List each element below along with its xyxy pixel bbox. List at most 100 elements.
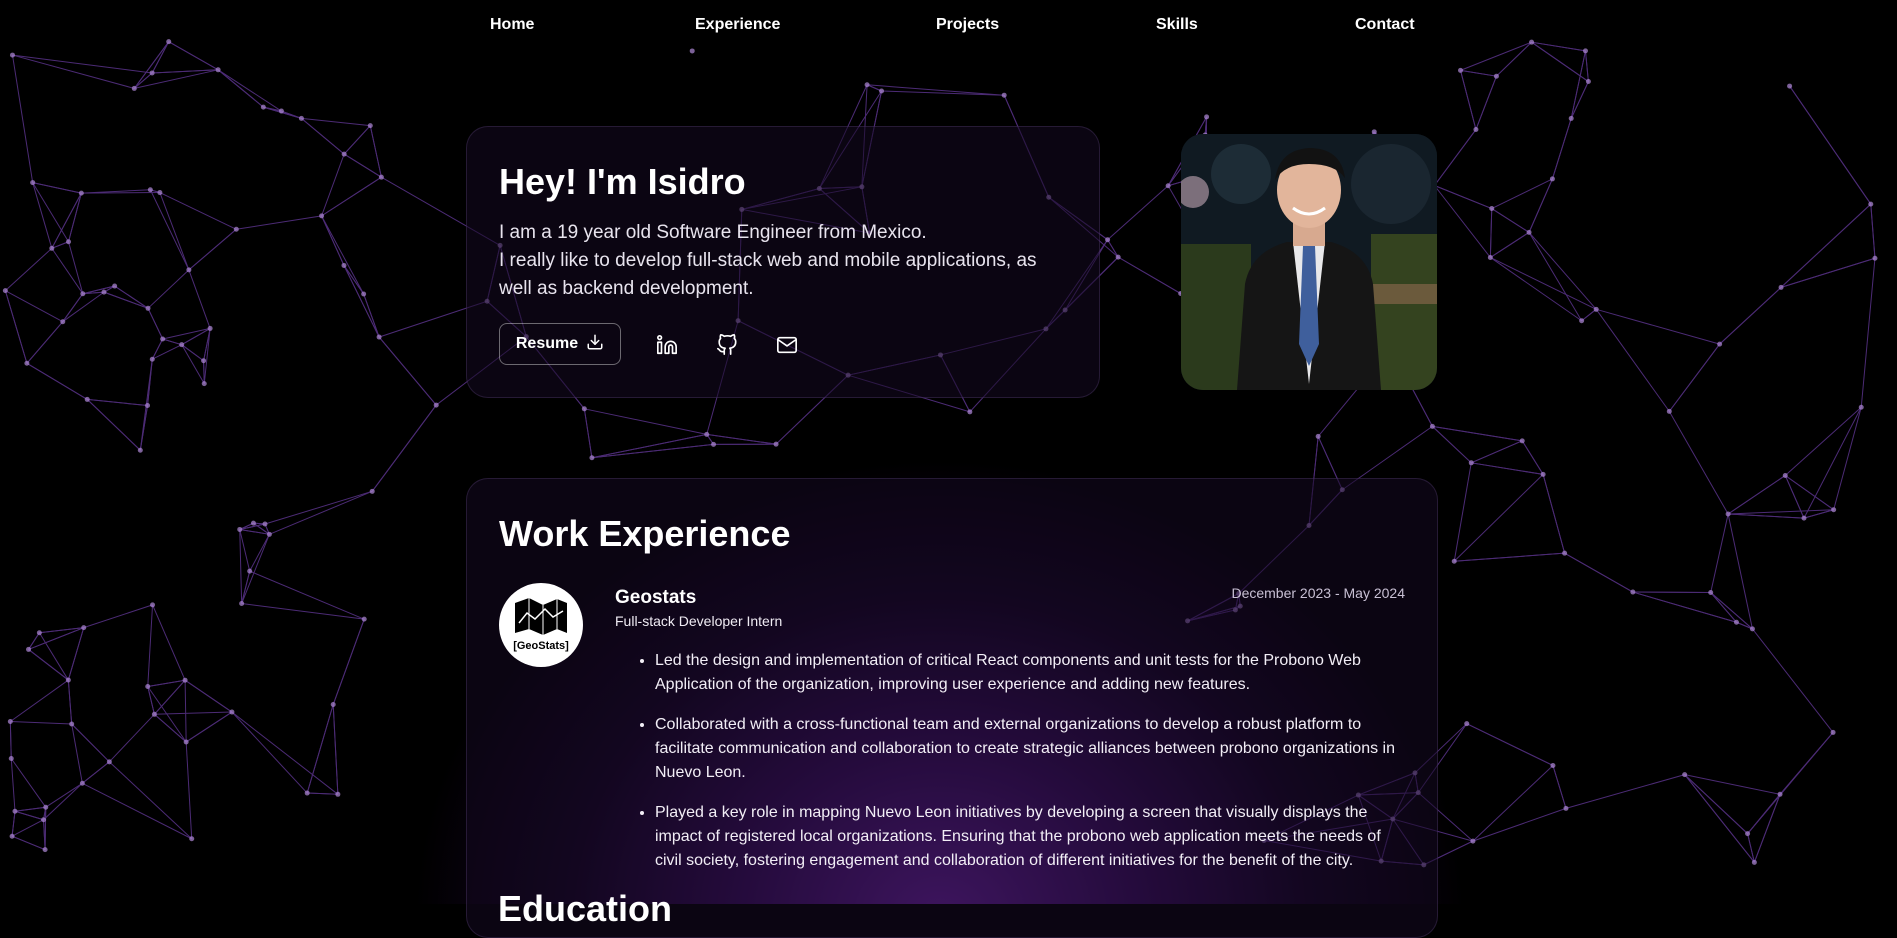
network-line: [301, 118, 344, 154]
network-line: [1669, 344, 1719, 411]
network-line: [882, 91, 1005, 95]
network-line: [344, 265, 379, 337]
network-line: [240, 529, 250, 571]
network-line: [115, 286, 148, 308]
network-node: [704, 432, 709, 437]
network-node: [101, 290, 106, 295]
network-node: [1831, 507, 1836, 512]
network-line: [1571, 51, 1585, 119]
network-line: [1552, 118, 1571, 179]
linkedin-icon[interactable]: [655, 333, 679, 357]
network-line: [1473, 765, 1553, 841]
network-line: [1496, 42, 1531, 76]
network-line: [153, 605, 186, 680]
network-node: [80, 781, 85, 786]
network-line: [148, 270, 189, 308]
network-node: [1541, 472, 1546, 477]
network-node: [138, 448, 143, 453]
network-line: [150, 190, 189, 270]
network-line: [189, 229, 236, 270]
network-line: [1748, 794, 1780, 833]
network-node: [1464, 721, 1469, 726]
network-line: [307, 793, 338, 794]
network-node: [145, 684, 150, 689]
network-line: [1454, 474, 1543, 561]
network-line: [29, 649, 69, 680]
nav-projects[interactable]: Projects: [936, 16, 999, 34]
mail-icon[interactable]: [775, 333, 799, 357]
network-line: [1492, 179, 1553, 209]
network-line: [1711, 514, 1728, 593]
network-line: [1434, 130, 1475, 186]
network-line: [185, 680, 186, 742]
network-line: [1728, 514, 1804, 518]
network-line: [12, 836, 45, 849]
network-node: [26, 647, 31, 652]
network-node: [150, 70, 155, 75]
resume-label: Resume: [516, 335, 578, 353]
download-icon: [586, 333, 604, 356]
education-title: Education: [498, 888, 672, 930]
network-node: [379, 175, 384, 180]
network-node: [879, 88, 884, 93]
network-node: [267, 532, 272, 537]
network-node: [145, 403, 150, 408]
nav-experience[interactable]: Experience: [695, 16, 780, 34]
network-node: [1563, 806, 1568, 811]
network-line: [1785, 407, 1861, 475]
network-line: [182, 345, 205, 384]
network-node: [80, 291, 85, 296]
network-node: [299, 116, 304, 121]
hero-intro: I am a 19 year old Software Engineer fro…: [499, 219, 1079, 303]
network-line: [344, 265, 364, 294]
network-line: [269, 491, 372, 534]
network-node: [1779, 285, 1784, 290]
network-node: [201, 358, 206, 363]
network-line: [218, 70, 263, 107]
network-node: [1586, 79, 1591, 84]
network-node: [305, 791, 310, 796]
network-node: [331, 702, 336, 707]
network-line: [1736, 622, 1752, 629]
network-line: [1669, 411, 1728, 514]
network-line: [33, 183, 52, 249]
network-node: [183, 678, 188, 683]
network-line: [87, 399, 140, 450]
network-line: [1461, 42, 1532, 70]
network-line: [1728, 475, 1785, 514]
github-icon[interactable]: [715, 333, 739, 357]
resume-button[interactable]: Resume: [499, 323, 621, 365]
network-line: [44, 783, 83, 819]
network-line: [68, 628, 83, 680]
nav-home[interactable]: Home: [490, 16, 534, 34]
network-line: [1108, 240, 1119, 257]
geostats-logo: [GeoStats]: [499, 583, 583, 667]
network-node: [1458, 68, 1463, 73]
intro-line-3: well as backend development.: [499, 275, 1079, 303]
network-node: [1868, 202, 1873, 207]
network-line: [12, 55, 32, 183]
nav-skills[interactable]: Skills: [1156, 16, 1198, 34]
network-line: [12, 55, 134, 88]
network-node: [1667, 409, 1672, 414]
network-line: [592, 434, 707, 457]
network-line: [27, 363, 87, 399]
network-node: [152, 712, 157, 717]
network-line: [1490, 257, 1596, 309]
network-line: [1781, 204, 1871, 287]
network-line: [1461, 70, 1497, 76]
network-line: [140, 406, 147, 451]
network-line: [364, 294, 379, 337]
network-node: [43, 805, 48, 810]
network-node: [368, 123, 373, 128]
network-line: [370, 126, 381, 178]
nav-contact[interactable]: Contact: [1355, 16, 1415, 34]
network-node: [589, 455, 594, 460]
network-node: [132, 86, 137, 91]
network-line: [81, 193, 160, 194]
network-node: [1473, 127, 1478, 132]
network-line: [1596, 309, 1669, 411]
network-node: [150, 602, 155, 607]
network-node: [361, 292, 366, 297]
network-node: [8, 719, 13, 724]
